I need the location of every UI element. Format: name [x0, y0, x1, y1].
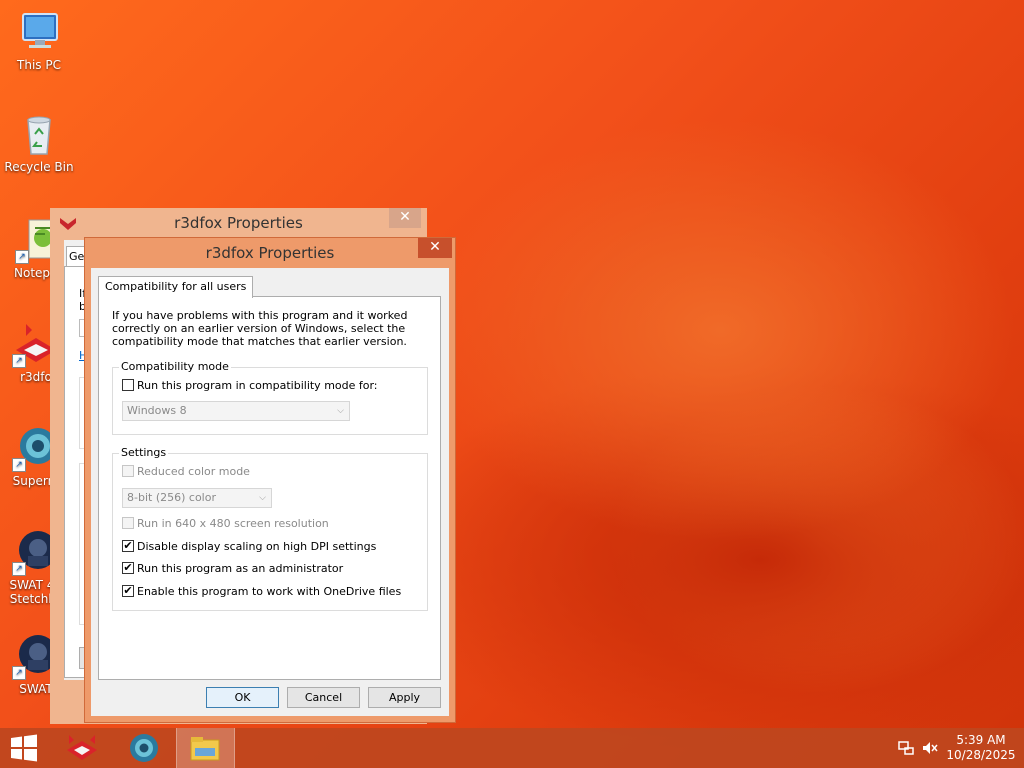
back-dialog-close-button[interactable]: ✕	[389, 208, 421, 228]
recycle-bin-icon	[15, 110, 63, 158]
chevron-down-icon: ⌵	[337, 406, 344, 416]
dialog-titlebar[interactable]: r3dfox Properties	[85, 238, 455, 268]
dialog-title: r3dfox Properties	[205, 244, 335, 262]
windows-start-icon	[11, 734, 37, 762]
shortcut-arrow-icon: ↗	[12, 666, 26, 680]
taskbar-supermium[interactable]	[118, 728, 170, 768]
color-depth-select-value: 8-bit (256) color	[127, 491, 216, 504]
compatibility-mode-select-value: Windows 8	[127, 404, 187, 417]
taskbar-r3dfox[interactable]	[56, 728, 108, 768]
shortcut-arrow-icon: ↗	[12, 458, 26, 472]
supermium-taskbar-icon	[130, 734, 158, 762]
back-dialog-app-icon	[59, 216, 77, 235]
clock-time: 5:39 AM	[956, 733, 1006, 747]
run-as-admin-checkbox[interactable]: ✔	[122, 562, 134, 574]
back-dialog-titlebar[interactable]: r3dfox Properties	[50, 208, 427, 238]
onedrive-files-checkbox[interactable]: ✔	[122, 585, 134, 597]
desktop-icon-label: Recycle Bin	[4, 160, 74, 174]
properties-dialog: r3dfox Properties ✕ Compatibility for al…	[84, 237, 456, 723]
desktop-icon-this-pc[interactable]: This PC	[1, 8, 77, 72]
run-640x480-label: Run in 640 x 480 screen resolution	[137, 517, 329, 530]
disable-dpi-scaling-checkbox[interactable]: ✔	[122, 540, 134, 552]
desktop-icon-recycle-bin[interactable]: Recycle Bin	[1, 110, 77, 174]
reduced-color-checkbox	[122, 465, 134, 477]
compatibility-tabpanel: If you have problems with this program a…	[98, 296, 441, 680]
compatibility-mode-checkbox-label: Run this program in compatibility mode f…	[137, 379, 378, 392]
disable-dpi-scaling-label[interactable]: Disable display scaling on high DPI sett…	[137, 540, 376, 553]
tab-compatibility-for-all-users[interactable]: Compatibility for all users	[98, 276, 254, 298]
chevron-down-icon: ⌵	[259, 493, 266, 503]
desktop-icon-label: This PC	[17, 58, 61, 72]
run-as-admin-label[interactable]: Run this program as an administrator	[137, 562, 343, 575]
dialog-body: Compatibility for all users If you have …	[91, 268, 449, 716]
shortcut-arrow-icon: ↗	[12, 354, 26, 368]
onedrive-files-label[interactable]: Enable this program to work with OneDriv…	[137, 585, 401, 598]
file-explorer-taskbar-icon	[190, 737, 220, 761]
volume-muted-icon[interactable]	[922, 740, 938, 760]
clock[interactable]: 5:39 AM 10/28/2025	[945, 733, 1017, 763]
r3dfox-taskbar-icon	[67, 735, 97, 760]
shortcut-arrow-icon: ↗	[15, 250, 29, 264]
start-button[interactable]	[0, 728, 48, 768]
clock-date: 10/28/2025	[946, 748, 1016, 762]
compatibility-mode-label: Compatibility mode	[119, 360, 231, 373]
ok-button[interactable]: OK	[206, 687, 279, 708]
apply-button[interactable]: Apply	[368, 687, 441, 708]
color-depth-select: 8-bit (256) color ⌵	[122, 488, 272, 508]
compatibility-mode-checkbox[interactable]	[122, 379, 134, 391]
run-640x480-checkbox	[122, 517, 134, 529]
computer-icon	[15, 8, 63, 56]
intro-text: If you have problems with this program a…	[112, 309, 408, 348]
shortcut-arrow-icon: ↗	[12, 562, 26, 576]
taskbar-file-explorer[interactable]	[176, 728, 235, 768]
network-icon[interactable]	[898, 740, 914, 760]
taskbar: 5:39 AM 10/28/2025	[0, 728, 1024, 768]
settings-label: Settings	[119, 446, 169, 459]
back-dialog-title: r3dfox Properties	[174, 214, 303, 232]
cancel-button[interactable]: Cancel	[287, 687, 360, 708]
close-icon[interactable]: ✕	[418, 238, 452, 258]
reduced-color-label: Reduced color mode	[137, 465, 250, 478]
compatibility-mode-select: Windows 8 ⌵	[122, 401, 350, 421]
